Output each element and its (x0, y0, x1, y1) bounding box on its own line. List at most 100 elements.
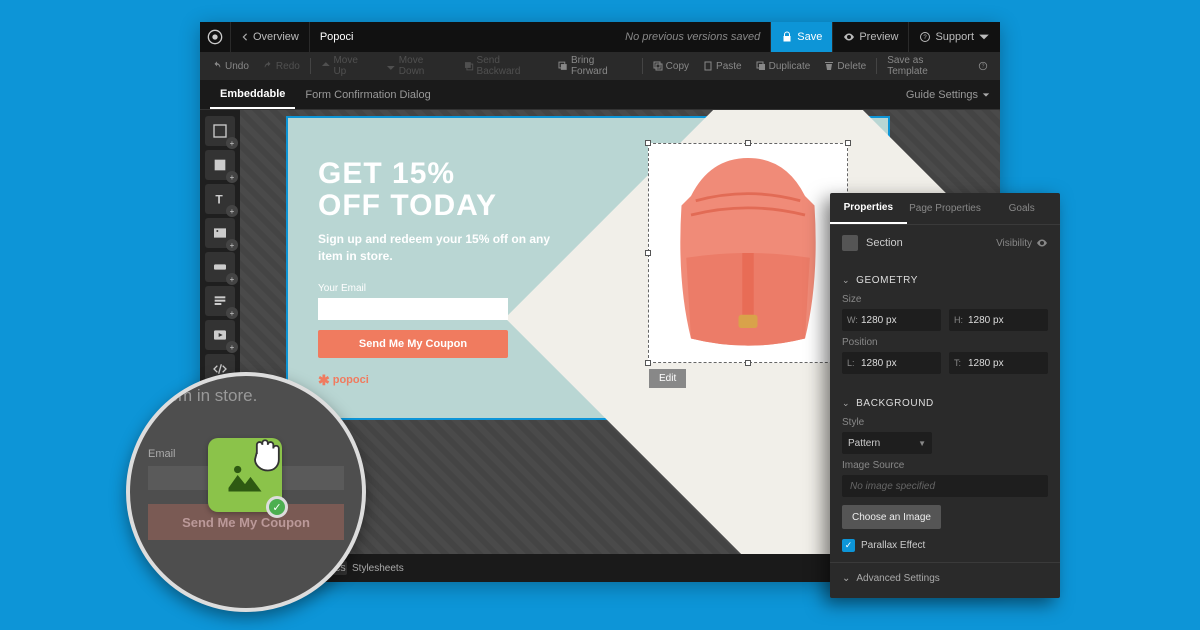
width-field[interactable]: W: (842, 309, 941, 331)
resize-handle[interactable] (845, 140, 851, 146)
promo-block: GET 15%OFF TODAY Sign up and redeem your… (318, 158, 578, 389)
lock-icon (781, 31, 793, 43)
help-icon: ? (919, 31, 931, 43)
left-input[interactable] (861, 358, 936, 369)
svg-text:?: ? (982, 64, 985, 70)
resize-handle[interactable] (745, 360, 751, 366)
tab-properties[interactable]: Properties (830, 193, 907, 224)
support-button[interactable]: ? Support (908, 22, 1000, 52)
tab-form-confirmation[interactable]: Form Confirmation Dialog (295, 80, 440, 109)
position-label: Position (842, 337, 1048, 348)
overview-crumb[interactable]: Overview (230, 22, 309, 52)
tab-goals[interactable]: Goals (983, 193, 1060, 224)
eye-icon (1036, 237, 1048, 249)
paste-button[interactable]: Paste (697, 57, 748, 76)
svg-text:T: T (215, 193, 223, 207)
guide-label: Guide Settings (906, 89, 978, 101)
email-label: Your Email (318, 283, 578, 294)
zoom-inset: item in store. Email Send Me My Coupon ✓ (126, 372, 366, 612)
plus-icon: + (226, 239, 238, 251)
plus-icon: + (226, 273, 238, 285)
move-down-button[interactable]: Move Down (380, 51, 456, 81)
tab-embeddable[interactable]: Embeddable (210, 80, 295, 109)
resize-handle[interactable] (645, 360, 651, 366)
chevron-down-icon: ⌄ (842, 275, 850, 286)
svg-text:?: ? (924, 35, 928, 41)
toolbar-help-button[interactable]: ? (972, 57, 994, 75)
plus-icon: + (226, 307, 238, 319)
edit-image-button[interactable]: Edit (649, 369, 686, 388)
coupon-cta-button[interactable]: Send Me My Coupon (318, 330, 508, 358)
copy-button[interactable]: Copy (647, 57, 695, 76)
move-up-button[interactable]: Move Up (315, 51, 378, 81)
resize-handle[interactable] (645, 250, 651, 256)
email-input[interactable] (318, 298, 508, 320)
plus-icon: + (226, 341, 238, 353)
geometry-group-toggle[interactable]: ⌄GEOMETRY (842, 275, 1048, 286)
advanced-settings-toggle[interactable]: ⌄ Advanced Settings (830, 562, 1060, 598)
design-canvas[interactable]: GET 15%OFF TODAY Sign up and redeem your… (288, 118, 888, 418)
height-field[interactable]: H: (949, 309, 1048, 331)
chevron-down-icon: ⌄ (842, 398, 850, 409)
background-group-toggle[interactable]: ⌄BACKGROUND (842, 398, 1048, 409)
resize-handle[interactable] (745, 140, 751, 146)
preview-label: Preview (859, 31, 898, 43)
zoom-email-label: Email (148, 448, 176, 460)
grab-cursor-icon (244, 432, 288, 476)
image-source-value: No image specified (842, 475, 1048, 497)
resize-handle[interactable] (645, 140, 651, 146)
properties-panel: Properties Page Properties Goals Section… (830, 193, 1060, 598)
chevron-down-icon (982, 91, 990, 99)
save-label: Save (797, 31, 822, 43)
style-select[interactable]: Pattern▼ (842, 432, 932, 454)
size-label: Size (842, 294, 1048, 305)
guide-settings-button[interactable]: Guide Settings (906, 89, 990, 101)
visibility-toggle[interactable]: Visibility (996, 237, 1048, 249)
button-tool[interactable]: + (205, 252, 235, 282)
preview-button[interactable]: Preview (832, 22, 908, 52)
delete-button[interactable]: Delete (818, 57, 872, 76)
backpack-image (649, 144, 847, 362)
top-input[interactable] (968, 358, 1043, 369)
choose-image-button[interactable]: Choose an Image (842, 505, 941, 529)
height-input[interactable] (968, 315, 1043, 326)
support-label: Support (935, 31, 974, 43)
plus-icon: + (226, 205, 238, 217)
overview-label: Overview (253, 31, 299, 43)
tab-page-properties[interactable]: Page Properties (907, 193, 984, 224)
save-button[interactable]: Save (770, 22, 832, 52)
left-field[interactable]: L: (842, 352, 941, 374)
text-tool[interactable]: T+ (205, 184, 235, 214)
top-field[interactable]: T: (949, 352, 1048, 374)
form-tool[interactable]: + (205, 286, 235, 316)
duplicate-button[interactable]: Duplicate (750, 57, 817, 76)
edit-toolbar: Undo Redo Move Up Move Down Send Backwar… (200, 52, 1000, 80)
box-tool[interactable]: + (205, 150, 235, 180)
section-tool[interactable]: + (205, 116, 235, 146)
save-template-button[interactable]: Save as Template (881, 51, 970, 81)
checkbox-checked-icon: ✓ (842, 539, 855, 552)
canvas-tabs: Embeddable Form Confirmation Dialog Guid… (200, 80, 1000, 110)
section-icon (842, 235, 858, 251)
app-logo-icon[interactable] (200, 22, 230, 52)
eye-icon (843, 31, 855, 43)
parallax-checkbox[interactable]: ✓ Parallax Effect (842, 539, 1048, 552)
panel-header: Section Visibility (830, 225, 1060, 261)
undo-button[interactable]: Undo (206, 57, 255, 76)
bring-forward-button[interactable]: Bring Forward (552, 51, 637, 81)
promo-subtext[interactable]: Sign up and redeem your 15% off on any i… (318, 231, 578, 265)
chevron-down-icon: ▼ (918, 439, 926, 448)
success-check-icon: ✓ (266, 496, 288, 518)
image-source-label: Image Source (842, 460, 1048, 471)
video-tool[interactable]: + (205, 320, 235, 350)
image-tool[interactable]: + (205, 218, 235, 248)
send-backward-button[interactable]: Send Backward (458, 51, 550, 81)
promo-headline[interactable]: GET 15%OFF TODAY (318, 158, 578, 221)
top-bar: Overview Popoci No previous versions sav… (200, 22, 1000, 52)
redo-button[interactable]: Redo (257, 57, 306, 76)
image-drop-icon[interactable]: ✓ (208, 438, 282, 512)
selected-image[interactable]: Edit (648, 143, 848, 363)
width-input[interactable] (861, 315, 936, 326)
section-label: Section (866, 237, 903, 249)
version-status: No previous versions saved (625, 31, 770, 43)
